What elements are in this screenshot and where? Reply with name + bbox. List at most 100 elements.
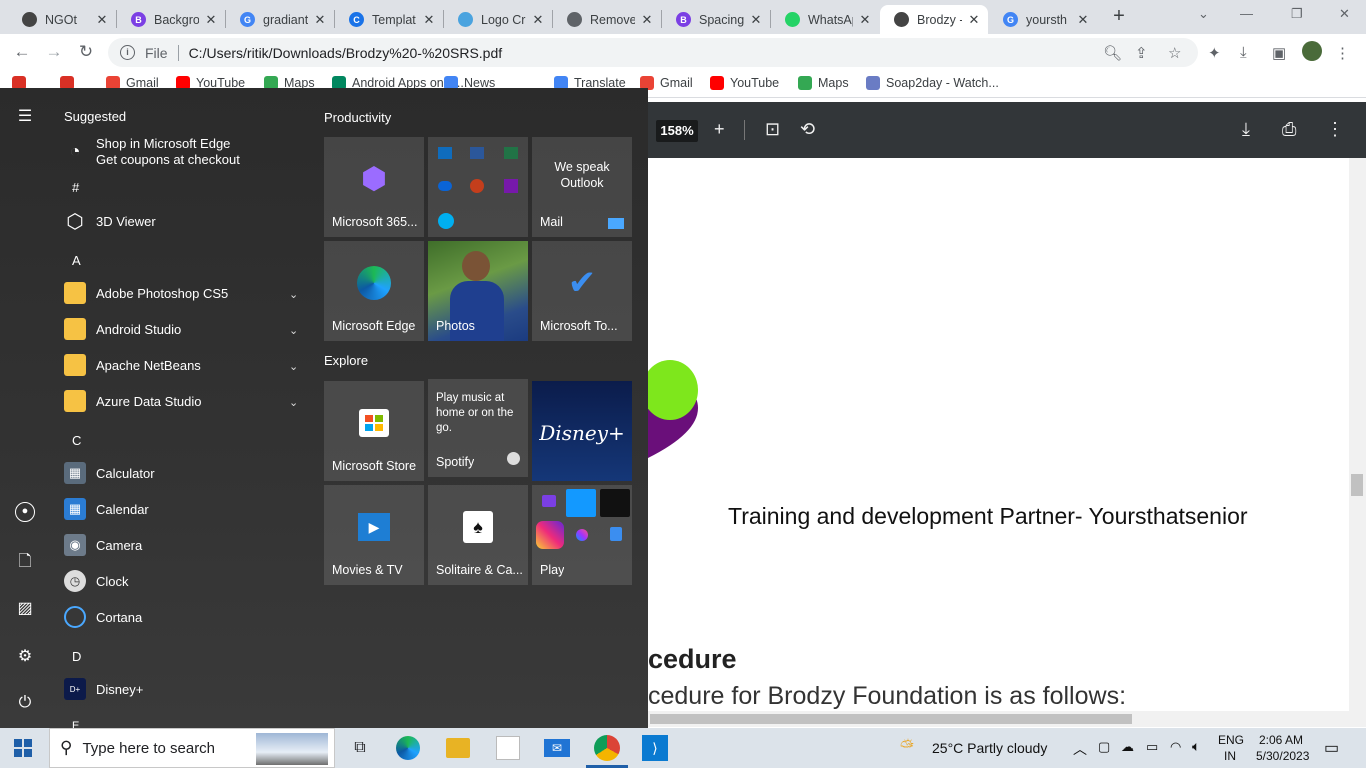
wifi-icon[interactable]: ◠ bbox=[1170, 739, 1181, 755]
tab-close-icon[interactable]: ✕ bbox=[1075, 12, 1091, 28]
site-info-icon[interactable]: i bbox=[120, 45, 135, 60]
pdf-download-icon[interactable]: ⤓ bbox=[1242, 119, 1250, 140]
back-icon[interactable]: ← bbox=[10, 40, 34, 64]
documents-icon[interactable]: 🗋 bbox=[14, 550, 36, 577]
tile-microsoft-todo[interactable]: ✔ Microsoft To... bbox=[532, 241, 632, 341]
zoom-level[interactable]: 158% bbox=[656, 120, 698, 142]
browser-tab[interactable]: Logo Cr ✕ bbox=[444, 5, 552, 34]
browser-tab[interactable]: Remove ✕ bbox=[553, 5, 661, 34]
tile-office-apps[interactable] bbox=[428, 137, 528, 237]
tile-solitaire[interactable]: ♠ Solitaire & Ca... bbox=[428, 485, 528, 585]
tile-microsoft-store[interactable]: Microsoft Store bbox=[324, 381, 424, 481]
profile-avatar[interactable] bbox=[1302, 41, 1322, 61]
file-explorer-icon[interactable] bbox=[446, 738, 470, 758]
forward-icon[interactable]: → bbox=[42, 40, 66, 64]
tile-mail[interactable]: We speak Outlook Mail bbox=[532, 137, 632, 237]
taskbar-search-box[interactable]: ⚲ Type here to search bbox=[49, 728, 335, 768]
letter-c[interactable]: C bbox=[72, 433, 81, 448]
weather-text[interactable]: 25°C Partly cloudy bbox=[932, 740, 1047, 756]
tile-photos[interactable]: Photos bbox=[428, 241, 528, 341]
vscode-icon[interactable]: ⟩ bbox=[642, 735, 668, 761]
pdf-more-icon[interactable]: ⋮ bbox=[1326, 119, 1344, 140]
browser-tab[interactable]: B Spacing ✕ bbox=[662, 5, 770, 34]
browser-tab[interactable]: Ggradiant ✕ bbox=[226, 5, 334, 34]
tile-play-folder[interactable]: Play bbox=[532, 485, 632, 585]
onedrive-cloud-icon[interactable]: ☁ bbox=[1121, 739, 1134, 755]
app-azure-data-studio-folder[interactable]: Azure Data Studio bbox=[64, 390, 202, 412]
letter-a[interactable]: A bbox=[72, 253, 81, 268]
task-view-icon[interactable]: ⧉ bbox=[346, 734, 374, 762]
letter-hash[interactable]: # bbox=[72, 180, 79, 195]
tab-close-icon[interactable]: ✕ bbox=[94, 12, 110, 28]
fit-page-icon[interactable]: ⊡ bbox=[765, 119, 780, 140]
tab-close-icon[interactable]: ✕ bbox=[966, 12, 982, 28]
pdf-vertical-scrollbar[interactable] bbox=[1349, 158, 1366, 711]
pdf-horizontal-scroll-thumb[interactable] bbox=[650, 714, 1132, 724]
tab-close-icon[interactable]: ✕ bbox=[530, 12, 546, 28]
app-netbeans-folder[interactable]: Apache NetBeans bbox=[64, 354, 201, 376]
tile-microsoft-edge[interactable]: Microsoft Edge bbox=[324, 241, 424, 341]
bookmark-item[interactable]: Maps bbox=[798, 76, 849, 90]
close-window-icon[interactable]: ✕ bbox=[1339, 6, 1350, 22]
power-icon[interactable]: ⏻ bbox=[14, 694, 36, 712]
extensions-icon[interactable]: ✦ bbox=[1208, 44, 1221, 62]
share-icon[interactable]: ⇪ bbox=[1135, 44, 1148, 62]
app-photoshop-folder[interactable]: Adobe Photoshop CS5 bbox=[64, 282, 228, 304]
letter-d[interactable]: D bbox=[72, 649, 81, 664]
taskbar-edge-icon[interactable] bbox=[396, 736, 420, 760]
suggested-edge-shopping[interactable]: ◔ Shop in Microsoft Edge Get coupons at … bbox=[64, 136, 240, 168]
pictures-icon[interactable]: ▨ bbox=[14, 598, 36, 618]
address-bar[interactable]: i File C:/Users/ritik/Downloads/Brodzy%2… bbox=[108, 38, 1198, 67]
app-cortana[interactable]: Cortana bbox=[64, 606, 142, 628]
tile-movies-tv[interactable]: ▶ Movies & TV bbox=[324, 485, 424, 585]
hamburger-menu-icon[interactable]: ☰ bbox=[14, 106, 36, 126]
tray-overflow-chevron-icon[interactable]: ︿ bbox=[1073, 739, 1087, 759]
tab-close-icon[interactable]: ✕ bbox=[312, 12, 328, 28]
app-calendar[interactable]: ▦ Calendar bbox=[64, 498, 149, 520]
tile-microsoft-365[interactable]: ⬢ Microsoft 365... bbox=[324, 137, 424, 237]
group-productivity[interactable]: Productivity bbox=[324, 110, 391, 125]
pdf-vertical-scroll-thumb[interactable] bbox=[1351, 474, 1363, 496]
letter-e[interactable]: E bbox=[72, 720, 79, 728]
taskbar-chrome-icon[interactable] bbox=[594, 735, 620, 761]
app-android-studio-folder[interactable]: Android Studio bbox=[64, 318, 181, 340]
browser-tab[interactable]: WhatsAp ✕ bbox=[771, 5, 879, 34]
volume-icon[interactable]: 🔈︎ bbox=[1192, 738, 1200, 755]
app-camera[interactable]: ◉ Camera bbox=[64, 534, 142, 556]
bookmark-item[interactable]: Soap2day - Watch... bbox=[866, 76, 999, 90]
app-disney-plus[interactable]: D+ Disney+ bbox=[64, 678, 143, 700]
notifications-icon[interactable]: ▭ bbox=[1324, 738, 1339, 758]
app-3d-viewer[interactable]: ⬡ 3D Viewer bbox=[64, 210, 155, 233]
clock-time[interactable]: 2:06 AM bbox=[1259, 733, 1303, 747]
download-icon[interactable]: ⤓ bbox=[1240, 44, 1247, 61]
url-text[interactable]: C:/Users/ritik/Downloads/Brodzy%20-%20SR… bbox=[189, 45, 503, 61]
tab-close-icon[interactable]: ✕ bbox=[857, 12, 873, 28]
side-panel-icon[interactable]: ▣ bbox=[1272, 44, 1286, 62]
battery-icon[interactable]: ▭ bbox=[1146, 739, 1158, 755]
app-clock[interactable]: ◷ Clock bbox=[64, 570, 129, 592]
browser-tab[interactable]: NGOt ✕ bbox=[8, 5, 116, 34]
clock-date[interactable]: 5/30/2023 bbox=[1256, 749, 1309, 763]
browser-tab[interactable]: C Templat ✕ bbox=[335, 5, 443, 34]
tab-close-icon[interactable]: ✕ bbox=[748, 12, 764, 28]
menu-kebab-icon[interactable]: ⋮ bbox=[1335, 44, 1350, 62]
tab-close-icon[interactable]: ✕ bbox=[421, 12, 437, 28]
language-region[interactable]: IN bbox=[1224, 749, 1236, 763]
reload-icon[interactable]: ↻ bbox=[74, 40, 98, 64]
rotate-icon[interactable]: ⟲ bbox=[800, 119, 815, 140]
expand-chevron-icon[interactable]: ⌄ bbox=[289, 288, 298, 301]
browser-tab[interactable]: Brodzy - ✕ bbox=[880, 5, 988, 34]
minimize-icon[interactable]: — bbox=[1240, 6, 1253, 21]
browser-tab[interactable]: Gyoursth ✕ bbox=[989, 5, 1097, 34]
zoom-in-icon[interactable]: + bbox=[714, 119, 725, 140]
taskbar-mail-icon[interactable]: ✉ bbox=[544, 739, 570, 757]
tile-disney-plus[interactable]: Disney+ bbox=[532, 381, 632, 481]
windows-start-icon[interactable] bbox=[14, 739, 32, 757]
meet-now-icon[interactable]: ▢ bbox=[1098, 739, 1110, 755]
restore-icon[interactable]: ❐ bbox=[1291, 6, 1303, 22]
settings-gear-icon[interactable]: ⚙ bbox=[14, 646, 36, 666]
user-account-icon[interactable]: ● bbox=[15, 502, 35, 522]
bookmark-item[interactable]: YouTube bbox=[710, 76, 779, 90]
expand-chevron-icon[interactable]: ⌄ bbox=[289, 360, 298, 373]
new-tab-button[interactable]: + bbox=[1108, 6, 1130, 28]
